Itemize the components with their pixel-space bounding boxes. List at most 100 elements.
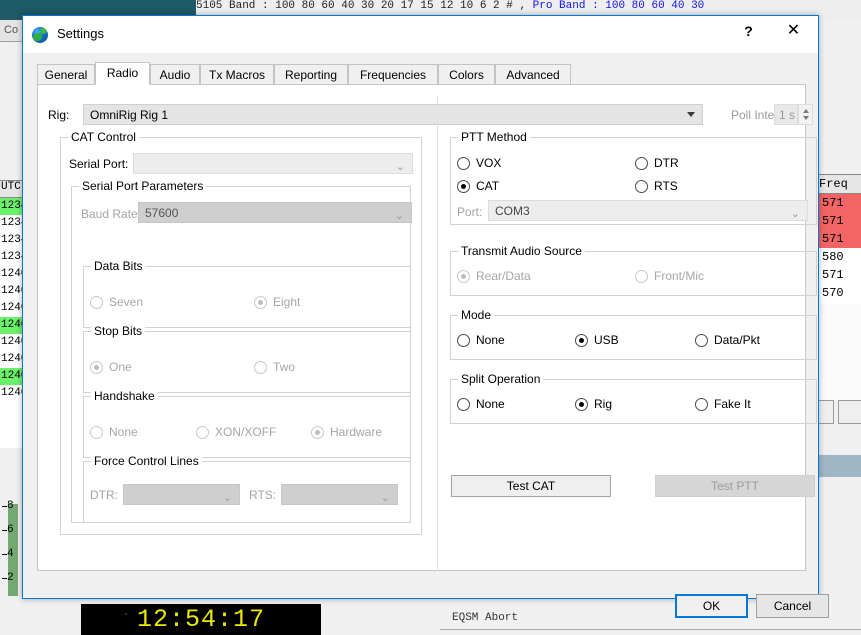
radio-indicator bbox=[254, 361, 267, 374]
background-right-panel-blank bbox=[813, 304, 861, 400]
radio-indicator bbox=[90, 296, 103, 309]
radio-indicator bbox=[311, 426, 324, 439]
settings-dialog: Settings ? ✕ General Radio Audio Tx Macros R… bbox=[22, 15, 829, 618]
ok-button[interactable]: OK bbox=[675, 594, 748, 618]
tab-colors[interactable]: Colors bbox=[438, 64, 495, 85]
radio-label: Two bbox=[273, 360, 296, 374]
background-left-tab-label: Co bbox=[4, 24, 19, 36]
radio-label: XON/XOFF bbox=[215, 425, 277, 439]
radio-label: Fake It bbox=[714, 397, 751, 411]
dialog-titlebar: Settings ? ✕ bbox=[23, 16, 818, 53]
tab-tx-macros[interactable]: Tx Macros bbox=[200, 64, 274, 85]
radio-indicator bbox=[196, 426, 209, 439]
meter-tick-label: 4 bbox=[7, 548, 14, 560]
test-ptt-button: Test PTT bbox=[655, 475, 815, 497]
stepper-up-icon[interactable] bbox=[803, 109, 809, 113]
background-band-legend-text: 5105 Band : 100 80 60 40 30 20 17 15 12 … bbox=[196, 0, 533, 12]
dialog-title: Settings bbox=[57, 26, 104, 41]
chevron-down-icon bbox=[687, 112, 695, 117]
tab-reporting[interactable]: Reporting bbox=[274, 64, 348, 85]
radio-label: None bbox=[476, 397, 505, 411]
radio-indicator bbox=[635, 270, 648, 283]
baud-rate-label: Baud Rate: bbox=[81, 207, 142, 221]
ptt-method-group-title: PTT Method bbox=[458, 130, 530, 144]
close-icon[interactable]: ✕ bbox=[771, 16, 816, 46]
data-bits-group-title: Data Bits bbox=[91, 259, 146, 273]
radio-label: Rear/Data bbox=[476, 269, 531, 283]
radio-label: None bbox=[109, 425, 138, 439]
rig-select[interactable]: OmniRig Rig 1 bbox=[83, 104, 703, 125]
rts-select[interactable]: ⌄ bbox=[281, 484, 398, 505]
chevron-down-icon: ⌄ bbox=[394, 210, 404, 222]
radio-label: Seven bbox=[109, 295, 144, 309]
radio-label: USB bbox=[594, 333, 619, 347]
radio-label: RTS bbox=[654, 179, 678, 193]
background-freq-list: 571 571 571 580 571 570 bbox=[813, 194, 861, 304]
radio-indicator bbox=[254, 296, 267, 309]
help-button[interactable]: ? bbox=[726, 16, 771, 46]
chevron-down-icon: ⌄ bbox=[222, 492, 232, 504]
radio-label: Data/Pkt bbox=[714, 333, 761, 347]
serial-port-select[interactable]: ⌄ bbox=[133, 153, 413, 174]
settings-tab-strip[interactable]: General Radio Audio Tx Macros Reporting Frequ… bbox=[37, 62, 806, 85]
tab-radio[interactable]: Radio bbox=[95, 62, 150, 85]
radio-label: Eight bbox=[273, 295, 301, 309]
background-freq-column-header: Freq bbox=[813, 174, 861, 194]
radio-label: Front/Mic bbox=[654, 269, 705, 283]
tab-frequencies[interactable]: Frequencies bbox=[348, 64, 438, 85]
background-clock-minus: - bbox=[124, 608, 128, 620]
radio-indicator bbox=[575, 398, 588, 411]
radio-label: None bbox=[476, 333, 505, 347]
ptt-port-label: Port: bbox=[457, 205, 483, 219]
radio-indicator bbox=[635, 180, 648, 193]
rts-label: RTS: bbox=[249, 488, 277, 502]
tab-general[interactable]: General bbox=[37, 64, 95, 85]
poll-interval-stepper[interactable] bbox=[798, 104, 813, 125]
handshake-group-title: Handshake bbox=[91, 389, 158, 403]
poll-interval-input[interactable]: 1 s bbox=[774, 104, 798, 125]
mode-group: Mode bbox=[450, 308, 817, 360]
dtr-select[interactable]: ⌄ bbox=[123, 484, 240, 505]
background-band-legend-blue: Pro Band : 100 80 60 40 30 bbox=[532, 0, 705, 12]
background-freq-row: 570 bbox=[822, 286, 844, 300]
background-freq-row: 580 bbox=[822, 250, 844, 264]
dtr-label: DTR: bbox=[90, 488, 118, 502]
background-signal-meter: 86420 bbox=[0, 480, 22, 608]
radio-indicator bbox=[457, 398, 470, 411]
background-freq-row: 571 bbox=[813, 230, 861, 248]
rig-label: Rig: bbox=[48, 108, 70, 122]
radio-indicator bbox=[695, 398, 708, 411]
baud-rate-select[interactable]: 57600 ⌄ bbox=[138, 202, 412, 223]
meter-tick-label: 2 bbox=[7, 572, 14, 584]
background-left-list-header-label: UTC bbox=[1, 181, 21, 193]
radio-label: One bbox=[109, 360, 132, 374]
mode-group-title: Mode bbox=[458, 308, 495, 322]
meter-tick-label: 8 bbox=[7, 500, 14, 512]
test-cat-button[interactable]: Test CAT bbox=[451, 475, 611, 497]
radio-label: Hardware bbox=[330, 425, 383, 439]
background-right-button-2 bbox=[838, 400, 861, 424]
radio-indicator bbox=[457, 180, 470, 193]
radio-indicator bbox=[457, 270, 470, 283]
transmit-audio-source-group-title: Transmit Audio Source bbox=[458, 244, 585, 258]
radio-indicator bbox=[90, 361, 103, 374]
radio-indicator bbox=[695, 334, 708, 347]
tab-advanced[interactable]: Advanced bbox=[495, 64, 571, 85]
radio-indicator bbox=[635, 157, 648, 170]
force-control-lines-group-title: Force Control Lines bbox=[91, 454, 202, 468]
tab-audio[interactable]: Audio bbox=[150, 64, 200, 85]
ptt-port-select-value: COM3 bbox=[495, 204, 530, 218]
background-bottom-divider bbox=[440, 629, 861, 630]
background-bottom-label: EQSM Abort bbox=[452, 612, 519, 624]
background-right-selected-row bbox=[813, 455, 861, 477]
ptt-port-select[interactable]: COM3 ⌄ bbox=[488, 200, 808, 221]
serial-port-parameters-group-title: Serial Port Parameters bbox=[79, 179, 207, 193]
meter-tick-label: 6 bbox=[7, 524, 14, 536]
split-operation-group: Split Operation bbox=[450, 372, 817, 424]
cancel-button[interactable]: Cancel bbox=[756, 594, 829, 618]
radio-indicator bbox=[457, 334, 470, 347]
stepper-down-icon[interactable] bbox=[803, 116, 809, 120]
radio-label: CAT bbox=[476, 179, 500, 193]
chevron-down-icon: ⌄ bbox=[790, 208, 800, 220]
background-utc-clock: 12:54:17 bbox=[81, 604, 321, 635]
